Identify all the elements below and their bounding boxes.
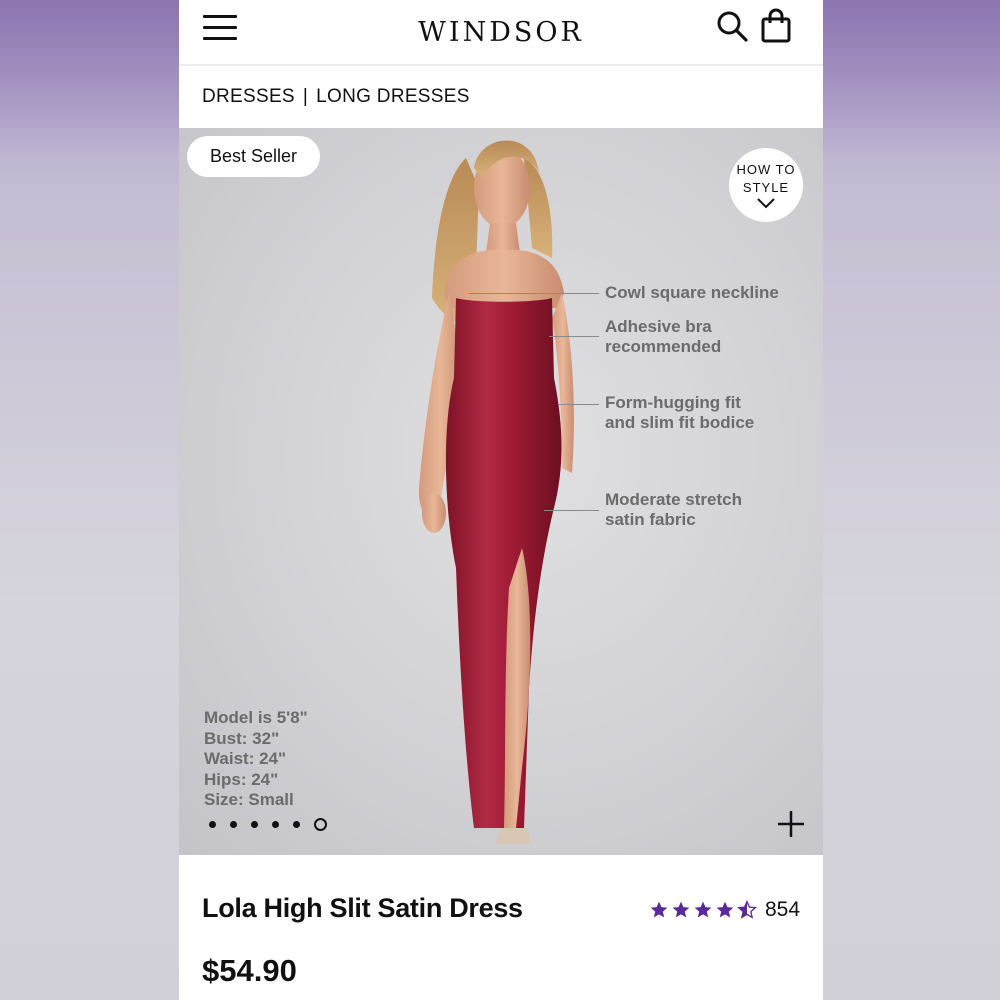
star-icon — [716, 901, 734, 918]
site-header: windsor — [179, 0, 823, 66]
model-height: Model is 5'8" — [204, 708, 308, 727]
callout-text: Form-hugging fit — [605, 393, 741, 412]
carousel-dot[interactable] — [230, 821, 237, 828]
model-waist: Waist: 24" — [204, 749, 287, 768]
search-icon[interactable] — [715, 9, 749, 43]
callout-text: and slim fit bodice — [605, 413, 755, 432]
callout-line — [559, 404, 599, 405]
star-icon — [672, 901, 690, 918]
breadcrumb: DRESSES | LONG DRESSES — [179, 66, 823, 128]
model-bust: Bust: 32" — [204, 728, 280, 748]
star-icon — [650, 901, 668, 918]
callout-neckline: Cowl square neckline — [605, 283, 779, 303]
model-size: Size: Small — [204, 790, 294, 809]
model-in-red-dress-image — [418, 140, 574, 844]
callout-text: recommended — [605, 337, 722, 356]
callout-bra: Adhesive bra recommended — [605, 317, 721, 357]
carousel-dot[interactable] — [272, 821, 279, 828]
model-hips: Hips: 24" — [204, 769, 279, 789]
plus-icon[interactable] — [777, 810, 805, 838]
breadcrumb-separator: | — [302, 86, 309, 107]
carousel-dot-active[interactable] — [314, 818, 327, 831]
carousel-dots — [209, 818, 327, 831]
right-background-blur — [821, 0, 1000, 1000]
model-stats: Model is 5'8" Bust: 32" Waist: 24" Hips:… — [204, 708, 308, 811]
callout-fit: Form-hugging fit and slim fit bodice — [605, 393, 754, 433]
callout-line — [469, 293, 599, 294]
chevron-down-icon — [757, 198, 775, 209]
breadcrumb-dresses[interactable]: DRESSES — [202, 86, 295, 108]
callout-fabric: Moderate stretch satin fabric — [605, 490, 742, 530]
carousel-dot[interactable] — [251, 821, 258, 828]
rating-stars — [649, 900, 757, 920]
how-to-style-line1: HOW TO — [736, 162, 796, 177]
callout-text: Moderate stretch — [605, 490, 742, 509]
review-count[interactable]: 854 — [765, 898, 800, 922]
how-to-style-button[interactable]: HOW TO STYLE — [729, 148, 803, 222]
product-rating[interactable]: 854 — [649, 898, 800, 922]
callout-line — [549, 336, 599, 337]
carousel-dot[interactable] — [293, 821, 300, 828]
carousel-dot[interactable] — [209, 821, 216, 828]
product-page: windsor DRESSES | LONG DRESSES Best Sell… — [179, 0, 823, 1000]
product-image-carousel[interactable]: Best Seller HOW TO STYLE Cowl square nec… — [179, 128, 823, 855]
callout-text: Cowl square neckline — [605, 283, 779, 302]
best-seller-badge: Best Seller — [187, 136, 320, 177]
product-name: Lola High Slit Satin Dress — [202, 893, 523, 923]
callout-line — [544, 510, 599, 511]
shopping-bag-icon[interactable] — [759, 8, 793, 44]
star-icon — [694, 901, 712, 918]
callout-text: Adhesive bra — [605, 317, 712, 336]
left-background-blur — [0, 0, 179, 1000]
breadcrumb-long-dresses[interactable]: LONG DRESSES — [316, 86, 470, 108]
half-star-icon — [737, 900, 757, 919]
how-to-style-line2: STYLE — [742, 180, 790, 195]
product-price: $54.90 — [202, 953, 297, 988]
callout-text: satin fabric — [605, 510, 696, 529]
